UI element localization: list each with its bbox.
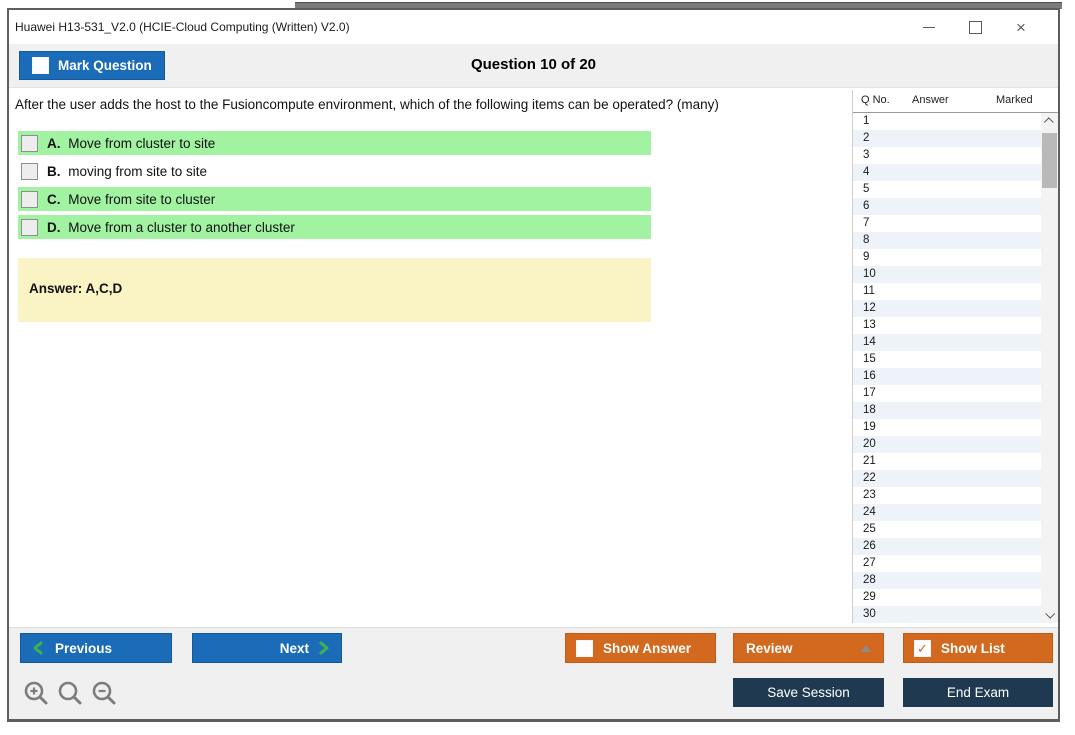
question-list-row[interactable]: 19 — [853, 419, 1041, 436]
triangle-up-icon — [861, 644, 871, 652]
option-checkbox[interactable] — [21, 190, 38, 208]
chevron-left-icon — [33, 641, 43, 655]
question-list-row[interactable]: 2 — [853, 130, 1041, 147]
question-list-header: Q No. Answer Marked — [853, 90, 1058, 113]
zoom-out-icon[interactable] — [91, 680, 118, 707]
screen: Huawei H13-531_V2.0 (HCIE-Cloud Computin… — [0, 0, 1075, 735]
question-counter: Question 10 of 20 — [470, 56, 597, 73]
question-list-panel: Q No. Answer Marked 1 2 3 4 5 6 7 8 9 10 11 12 13 14 1… — [852, 90, 1058, 623]
show-list-button[interactable]: ✓ Show List — [903, 633, 1053, 663]
scroll-down-button[interactable] — [1041, 606, 1058, 623]
question-list-rows: 1 2 3 4 5 6 7 8 9 10 11 12 13 14 15 16 17 18 19 20 21 22 23 24 2… — [853, 113, 1041, 623]
option-text: C. Move from site to cluster — [47, 191, 216, 207]
options-list: A. Move from cluster to site B. moving fr… — [18, 131, 651, 243]
question-list-row[interactable]: 22 — [853, 470, 1041, 487]
question-list-row[interactable]: 25 — [853, 521, 1041, 538]
question-list-row[interactable]: 12 — [853, 300, 1041, 317]
next-button[interactable]: Next — [192, 633, 342, 663]
question-list-row[interactable]: 28 — [853, 572, 1041, 589]
question-list-scrollbar[interactable] — [1041, 113, 1058, 623]
question-list-row[interactable]: 1 — [853, 113, 1041, 130]
question-list-row[interactable]: 29 — [853, 589, 1041, 606]
maximize-icon — [968, 20, 982, 34]
window-controls: × — [906, 10, 1044, 44]
option-text: D. Move from a cluster to another cluste… — [47, 219, 295, 235]
exam-player-window: Huawei H13-531_V2.0 (HCIE-Cloud Computin… — [7, 8, 1060, 722]
maximize-button[interactable] — [952, 10, 998, 44]
question-list-row[interactable]: 10 — [853, 266, 1041, 283]
show-answer-checkbox[interactable] — [576, 639, 593, 657]
header-marked: Marked — [996, 94, 1033, 106]
close-button[interactable]: × — [998, 10, 1044, 44]
minimize-button[interactable] — [906, 10, 952, 44]
option-checkbox[interactable] — [21, 218, 38, 236]
previous-button[interactable]: Previous — [20, 633, 172, 663]
question-list-row[interactable]: 14 — [853, 334, 1041, 351]
footer-bar: Previous Next Show Answer Review ✓ Show … — [9, 627, 1058, 719]
minimize-icon — [923, 26, 935, 28]
checkmark-icon: ✓ — [917, 640, 928, 656]
end-exam-button[interactable]: End Exam — [903, 678, 1053, 707]
option-checkbox[interactable] — [21, 134, 38, 152]
show-list-checkbox[interactable]: ✓ — [914, 639, 931, 657]
question-list-row[interactable]: 3 — [853, 147, 1041, 164]
end-exam-label: End Exam — [946, 685, 1010, 700]
question-list-row[interactable]: 26 — [853, 538, 1041, 555]
window-title: Huawei H13-531_V2.0 (HCIE-Cloud Computin… — [15, 20, 350, 34]
question-list-row[interactable]: 30 — [853, 606, 1041, 623]
question-list-row[interactable]: 16 — [853, 368, 1041, 385]
answer-option[interactable]: A. Move from cluster to site — [18, 131, 651, 155]
zoom-reset-icon[interactable] — [57, 680, 84, 707]
header-q-no: Q No. — [861, 94, 890, 106]
question-list-row[interactable]: 24 — [853, 504, 1041, 521]
chevron-down-icon — [1045, 608, 1056, 619]
question-text: After the user adds the host to the Fusi… — [15, 97, 719, 112]
chevron-up-icon — [1043, 117, 1054, 128]
zoom-controls — [23, 680, 118, 707]
question-list-row[interactable]: 15 — [853, 351, 1041, 368]
content-area: After the user adds the host to the Fusi… — [9, 88, 1058, 627]
question-list-row[interactable]: 17 — [853, 385, 1041, 402]
question-list-row[interactable]: 9 — [853, 249, 1041, 266]
scroll-up-button[interactable] — [1041, 113, 1058, 130]
option-checkbox[interactable] — [21, 162, 38, 180]
answer-text: Answer: A,C,D — [29, 281, 123, 296]
option-text: B. moving from site to site — [47, 163, 208, 179]
question-list-row[interactable]: 18 — [853, 402, 1041, 419]
next-label: Next — [279, 640, 309, 656]
review-button[interactable]: Review — [733, 633, 884, 663]
question-list-row[interactable]: 27 — [853, 555, 1041, 572]
answer-box: Answer: A,C,D — [18, 258, 651, 322]
option-text: A. Move from cluster to site — [47, 135, 216, 151]
header-answer: Answer — [912, 94, 949, 106]
answer-option[interactable]: C. Move from site to cluster — [18, 187, 651, 211]
question-list-row[interactable]: 8 — [853, 232, 1041, 249]
show-list-label: Show List — [941, 640, 1005, 656]
zoom-in-icon[interactable] — [23, 680, 50, 707]
question-list-row[interactable]: 5 — [853, 181, 1041, 198]
previous-label: Previous — [55, 640, 113, 656]
question-list-row[interactable]: 21 — [853, 453, 1041, 470]
question-list-row[interactable]: 23 — [853, 487, 1041, 504]
question-list-row[interactable]: 20 — [853, 436, 1041, 453]
answer-option[interactable]: B. moving from site to site — [18, 159, 651, 183]
chevron-right-icon — [319, 641, 329, 655]
toolbar: Mark Question Question 10 of 20 — [9, 44, 1058, 88]
answer-option[interactable]: D. Move from a cluster to another cluste… — [18, 215, 651, 239]
title-bar: Huawei H13-531_V2.0 (HCIE-Cloud Computin… — [9, 10, 1058, 44]
close-icon: × — [1016, 17, 1026, 37]
question-list-row[interactable]: 11 — [853, 283, 1041, 300]
question-list-row[interactable]: 4 — [853, 164, 1041, 181]
show-answer-label: Show Answer — [603, 640, 692, 656]
question-list-row[interactable]: 6 — [853, 198, 1041, 215]
save-session-label: Save Session — [767, 685, 850, 700]
show-answer-button[interactable]: Show Answer — [565, 633, 716, 663]
question-list-row[interactable]: 13 — [853, 317, 1041, 334]
scrollbar-thumb[interactable] — [1042, 133, 1057, 188]
save-session-button[interactable]: Save Session — [733, 678, 884, 707]
review-label: Review — [746, 640, 793, 656]
question-list-row[interactable]: 7 — [853, 215, 1041, 232]
